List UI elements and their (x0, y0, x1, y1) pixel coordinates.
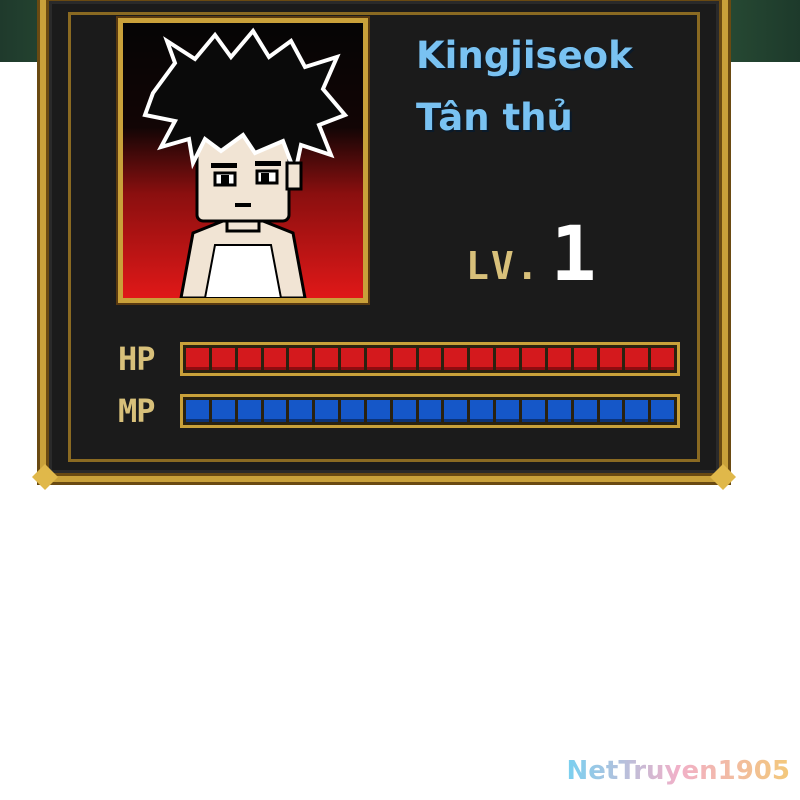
mp-bar-cell (444, 400, 468, 422)
status-window: Kingjiseok Tân thủ LV. 1 HP MP (32, 0, 736, 490)
hp-bar-cell (237, 348, 261, 370)
watermark: NetTruyen1905 (566, 756, 791, 786)
mp-bar-cell (470, 400, 494, 422)
mp-bar-cell (341, 400, 364, 422)
level-display: LV. 1 (466, 212, 596, 292)
hp-bar (180, 342, 680, 376)
hp-bar-cell (444, 348, 468, 370)
frame-ornament (32, 464, 58, 490)
hp-bar-cell (470, 348, 494, 370)
character-title: Tân thủ (416, 96, 573, 139)
mp-bar (180, 394, 680, 428)
hp-bar-cell (263, 348, 287, 370)
mp-bar-cell (186, 400, 209, 422)
mp-bar-cell (237, 400, 261, 422)
mp-bar-cell (263, 400, 287, 422)
mp-bar-cell (573, 400, 597, 422)
mp-bar-cell (521, 400, 545, 422)
hp-bar-cell (392, 348, 416, 370)
mp-bar-cell (651, 400, 675, 422)
mp-bar-cell (547, 400, 571, 422)
mp-bar-cell (211, 400, 235, 422)
hp-bar-cell (625, 348, 649, 370)
frame-ornament (710, 464, 736, 490)
mp-bar-cell (315, 400, 339, 422)
level-label: LV. (466, 244, 541, 288)
hp-bar-cell (496, 348, 519, 370)
character-avatar-icon (142, 27, 349, 298)
level-value: 1 (550, 209, 597, 298)
mp-bar-cell (366, 400, 390, 422)
hp-bar-cell (599, 348, 623, 370)
character-portrait (118, 18, 368, 303)
hp-bar-cell (289, 348, 313, 370)
hp-row: HP (118, 340, 680, 378)
hp-bar-cell (547, 348, 571, 370)
hp-bar-cell (521, 348, 545, 370)
hp-bar-cell (211, 348, 235, 370)
mp-bar-cell (496, 400, 519, 422)
hp-bar-cell (418, 348, 442, 370)
hp-bar-cell (186, 348, 209, 370)
mp-row: MP (118, 392, 680, 430)
mp-bar-cell (599, 400, 623, 422)
hp-bar-cell (315, 348, 339, 370)
mp-bar-cell (289, 400, 313, 422)
mp-bar-cell (392, 400, 416, 422)
hp-bar-cell (366, 348, 390, 370)
hp-bar-cell (651, 348, 675, 370)
character-name: Kingjiseok (416, 34, 633, 77)
hp-bar-cell (573, 348, 597, 370)
mp-bar-cell (625, 400, 649, 422)
mp-bar-cell (418, 400, 442, 422)
hp-bar-cell (341, 348, 364, 370)
mp-label: MP (118, 392, 156, 430)
hp-label: HP (118, 340, 156, 378)
